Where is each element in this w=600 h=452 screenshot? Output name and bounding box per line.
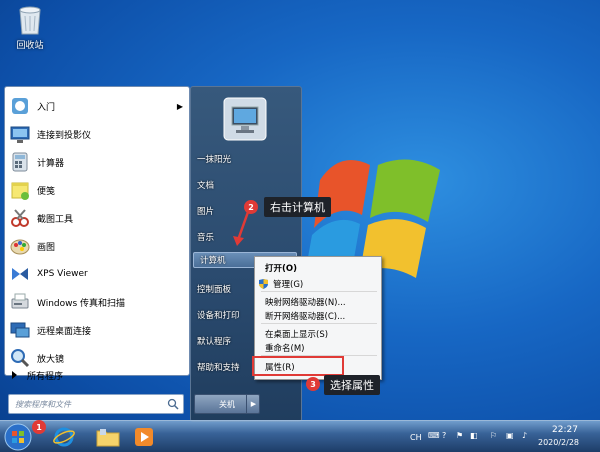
user-avatar-icon <box>223 97 267 141</box>
recycle-bin-label: 回收站 <box>16 41 44 51</box>
action-center-icon[interactable]: ⚐ <box>490 431 497 440</box>
program-item-sticky-notes[interactable]: 便笺 <box>5 177 191 203</box>
network-icon[interactable]: ▣ <box>506 431 514 440</box>
snipping-tool-icon <box>9 207 31 229</box>
program-label: Windows 传真和扫描 <box>37 298 126 309</box>
program-label: XPS Viewer <box>37 269 88 279</box>
program-label: 连接到投影仪 <box>37 130 92 141</box>
ctx-separator <box>261 323 377 324</box>
places-item-documents[interactable]: 文档 <box>197 179 214 191</box>
places-item-music[interactable]: 音乐 <box>197 231 214 243</box>
xps-viewer-icon <box>9 263 31 285</box>
program-label: 远程桌面连接 <box>37 326 92 337</box>
step-badge-3: 3 <box>306 377 320 391</box>
all-programs-button[interactable]: 所有程序 <box>4 364 190 386</box>
program-item-xps-viewer[interactable]: XPS Viewer <box>5 261 191 287</box>
ctx-separator <box>261 291 377 292</box>
help-icon[interactable]: ? <box>442 431 446 440</box>
search-placeholder: 搜索程序和文件 <box>15 399 71 409</box>
program-label: 放大镜 <box>37 354 65 365</box>
program-item-calculator[interactable]: 计算器 <box>5 149 191 175</box>
ime-icon[interactable]: ◧ <box>470 431 478 440</box>
program-item-fax-scan[interactable]: Windows 传真和扫描 <box>5 289 191 315</box>
ctx-item-manage[interactable]: 管理(G) <box>273 278 303 290</box>
fax-scan-icon <box>9 291 31 313</box>
calculator-icon <box>9 151 31 173</box>
flag-icon[interactable]: ⚑ <box>456 431 463 440</box>
expand-arrow-icon <box>12 371 17 379</box>
program-label: 入门 <box>37 102 56 113</box>
program-label: 画图 <box>37 242 56 253</box>
program-label: 便笺 <box>37 186 56 197</box>
places-item-pictures[interactable]: 图片 <box>197 205 214 217</box>
taskbar-media-player[interactable] <box>124 423 164 451</box>
clock-time[interactable]: 22:27 <box>552 425 578 435</box>
taskbar-ie[interactable] <box>44 423 84 451</box>
properties-highlight-box <box>252 356 344 376</box>
uac-shield-icon <box>259 279 268 289</box>
places-item-help-support[interactable]: 帮助和支持 <box>197 361 240 373</box>
places-item-default-programs[interactable]: 默认程序 <box>197 335 231 347</box>
places-item-devices-printers[interactable]: 设备和打印 <box>197 309 240 321</box>
step-badge-1: 1 <box>32 420 46 434</box>
media-player-icon <box>135 428 153 446</box>
step-2-callout: 右击计算机 <box>264 197 331 217</box>
all-programs-label: 所有程序 <box>27 371 64 382</box>
ctx-item-rename[interactable]: 重命名(M) <box>265 342 304 354</box>
projector-icon <box>9 123 31 145</box>
search-input[interactable]: 搜索程序和文件 <box>8 394 184 414</box>
ctx-item-show-on-desktop[interactable]: 在桌面上显示(S) <box>265 328 328 340</box>
shutdown-options-button[interactable]: ▶ <box>246 394 260 414</box>
remote-desktop-icon <box>9 319 31 341</box>
getting-started-icon <box>9 95 31 117</box>
program-item-snipping-tool[interactable]: 截图工具 <box>5 205 191 231</box>
program-label: 截图工具 <box>37 214 74 225</box>
ctx-item-open[interactable]: 打开(O) <box>265 262 297 274</box>
program-label: 计算器 <box>37 158 65 169</box>
start-button[interactable] <box>4 423 32 451</box>
language-indicator[interactable]: CH <box>410 433 422 442</box>
places-item-user[interactable]: 一抹阳光 <box>197 153 231 165</box>
program-item-getting-started[interactable]: 入门 ▶ <box>5 93 191 119</box>
search-icon <box>167 398 179 410</box>
step-3-callout: 选择属性 <box>324 375 380 395</box>
sticky-notes-icon <box>9 179 31 201</box>
taskbar-explorer[interactable] <box>88 423 128 451</box>
taskbar: CH ⌨ ? ⚑ ◧ ⚐ ▣ ♪ 22:27 2020/2/28 <box>0 420 600 452</box>
shutdown-label: 关机 <box>219 399 235 409</box>
places-item-control-panel[interactable]: 控制面板 <box>197 283 231 295</box>
submenu-arrow-icon: ▶ <box>176 101 183 111</box>
ctx-item-map-drive[interactable]: 映射网络驱动器(N)... <box>265 296 346 308</box>
recycle-bin-icon <box>19 6 41 35</box>
start-menu-programs-pane: 入门 ▶ 连接到投影仪 计算器 便笺 截图工具 画图 XPS Viewer Wi… <box>4 86 190 376</box>
clock-date[interactable]: 2020/2/28 <box>538 438 579 447</box>
pointer-arrow <box>233 211 250 246</box>
volume-icon[interactable]: ♪ <box>522 431 527 440</box>
keyboard-icon[interactable]: ⌨ <box>428 431 440 440</box>
program-item-projector[interactable]: 连接到投影仪 <box>5 121 191 147</box>
program-item-remote-desktop[interactable]: 远程桌面连接 <box>5 317 191 343</box>
program-item-paint[interactable]: 画图 <box>5 233 191 259</box>
ctx-item-disconnect-drive[interactable]: 断开网络驱动器(C)... <box>265 310 345 322</box>
step-badge-2: 2 <box>244 200 258 214</box>
folder-icon <box>96 429 120 447</box>
chevron-right-icon: ▶ <box>250 400 257 408</box>
internet-explorer-icon <box>53 427 75 447</box>
paint-icon <box>9 235 31 257</box>
recycle-bin[interactable]: 回收站 <box>8 4 52 51</box>
